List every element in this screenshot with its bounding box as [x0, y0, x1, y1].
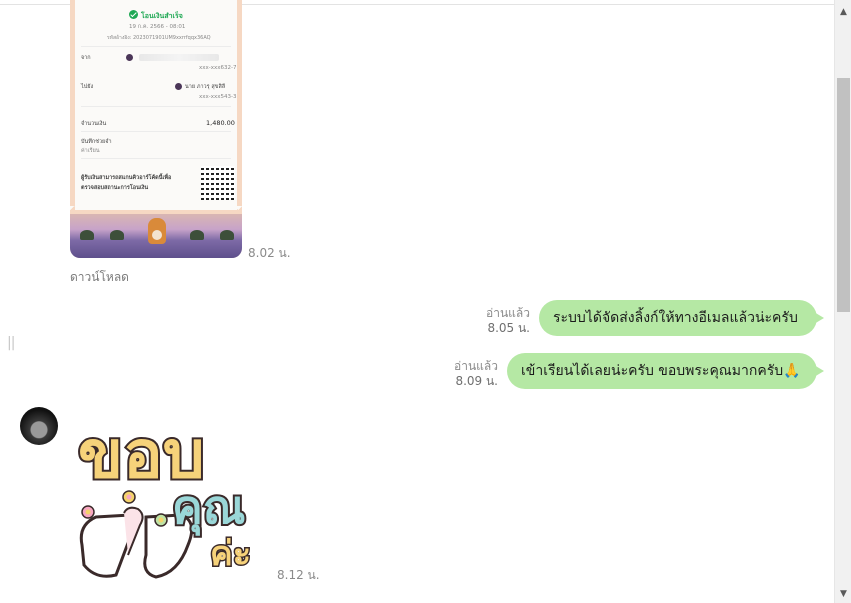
- receipt-paper: โอนเงินสำเร็จ 19 ก.ค. 2566 - 08:01 รหัสอ…: [75, 0, 237, 210]
- amount-value: 1,480.00: [206, 119, 235, 127]
- receipt-image[interactable]: โอนเงินสำเร็จ 19 ก.ค. 2566 - 08:01 รหัสอ…: [70, 0, 242, 258]
- chat-area: โอนเงินสำเร็จ 19 ก.ค. 2566 - 08:01 รหัสอ…: [0, 0, 834, 603]
- receipt-zigzag: [70, 206, 242, 214]
- from-account: xxx-xxx632-7: [199, 65, 237, 71]
- sticker-line-3: ค่ะ: [210, 534, 251, 574]
- flower-icon: [81, 505, 95, 519]
- qr-code-icon: [201, 166, 235, 200]
- receipt-divider: [81, 106, 231, 107]
- message-meta: อ่านแล้ว 8.09 น.: [434, 359, 498, 389]
- message-time: 8.05 น.: [487, 321, 530, 335]
- sticker-line-2: คุณ: [172, 480, 245, 536]
- vertical-scrollbar[interactable]: ▲ ▼: [834, 0, 851, 603]
- check-circle-icon: [129, 10, 138, 19]
- to-name: นาย ภาวรุ สุขสิลี: [185, 84, 226, 90]
- message-meta: อ่านแล้ว 8.05 น.: [466, 306, 530, 336]
- to-label: ไปยัง: [81, 84, 94, 90]
- receipt-divider: [81, 158, 231, 159]
- receipt-status: โอนเงินสำเร็จ: [141, 12, 183, 20]
- message-bubble[interactable]: เข้าเรียนได้เลยน่ะครับ ขอบพระคุณมากครับ🙏: [507, 353, 824, 389]
- bank-icon: [126, 54, 133, 61]
- receipt-divider: [81, 46, 231, 47]
- avatar[interactable]: [20, 407, 58, 445]
- bank-icon: [175, 83, 182, 90]
- download-link[interactable]: ดาวน์โหลด: [70, 268, 129, 287]
- receipt-divider: [81, 131, 231, 132]
- qr-note: ตรวจสอบสถานะการโอนเงิน: [81, 185, 149, 191]
- blurred-name: [139, 54, 219, 61]
- scrollbar-thumb[interactable]: [837, 78, 850, 312]
- thank-you-sticker[interactable]: ขอบ คุณ ค่ะ: [76, 405, 272, 580]
- image-time: 8.02 น.: [248, 246, 291, 260]
- scroll-up-icon[interactable]: ▲: [835, 4, 851, 21]
- receipt-ref: รหัสอ้างอิง: 2023071901UM9xxrrfqqx36AQ: [107, 35, 211, 41]
- from-label: จาก: [81, 55, 91, 61]
- memo-label: บันทึกช่วยจำ: [81, 139, 112, 145]
- receipt-date: 19 ก.ค. 2566 - 08:01: [129, 24, 186, 30]
- memo-value: ค่าเรียน: [81, 148, 100, 154]
- sticker-time: 8.12 น.: [277, 568, 320, 582]
- message-time: 8.09 น.: [455, 374, 498, 388]
- qr-note: ผู้รับเงินสามารถสแกนคิวอาร์โค้ดนี้เพื่อ: [81, 175, 172, 181]
- amount-label: จำนวนเงิน: [81, 121, 107, 127]
- flower-icon: [154, 513, 168, 527]
- shiba-dog-illustration: [148, 218, 166, 244]
- to-account: xxx-xxx543-3: [199, 94, 237, 100]
- message-bubble[interactable]: ระบบได้จัดส่งลิ้งก์ให้ทางอีเมลแล้วน่ะครั…: [539, 300, 824, 336]
- read-status: อ่านแล้ว: [454, 359, 498, 373]
- pause-handle-icon: ||: [7, 335, 16, 351]
- message-text: ระบบได้จัดส่งลิ้งก์ให้ทางอีเมลแล้วน่ะครั…: [553, 310, 798, 326]
- read-status: อ่านแล้ว: [486, 306, 530, 320]
- scroll-down-icon[interactable]: ▼: [835, 586, 851, 603]
- message-text: เข้าเรียนได้เลยน่ะครับ ขอบพระคุณมากครับ🙏: [521, 363, 801, 379]
